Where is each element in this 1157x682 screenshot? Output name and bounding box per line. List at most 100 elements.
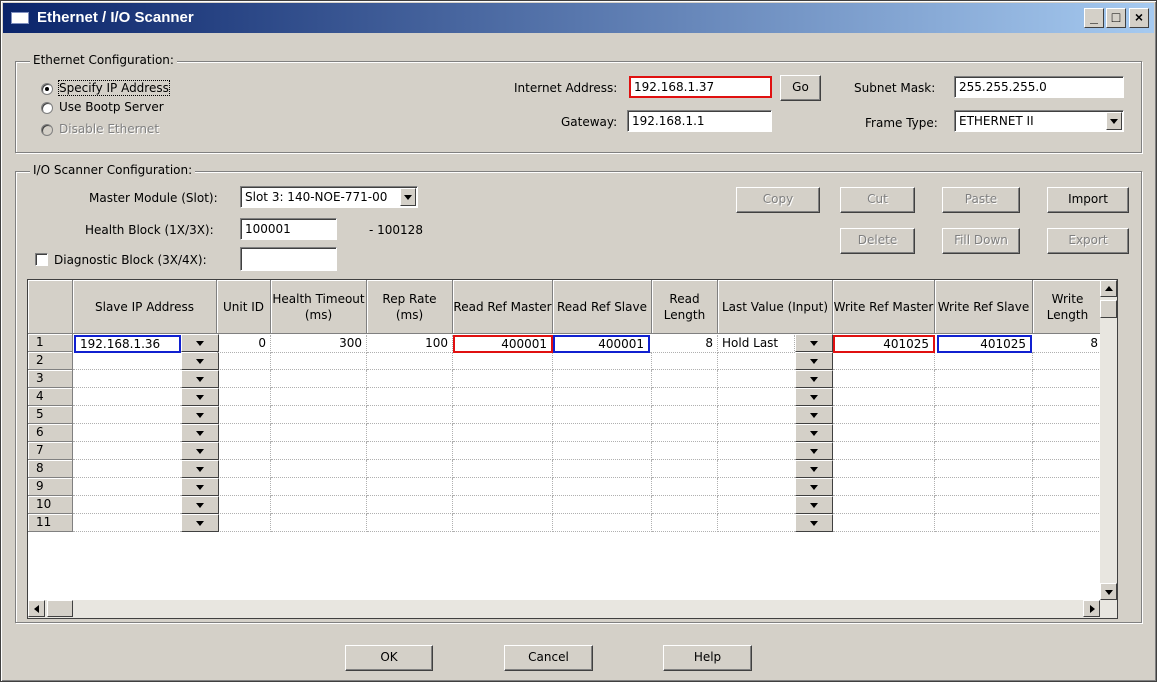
table-cell[interactable]	[935, 496, 1033, 514]
diagnostic-block-checkbox[interactable]	[35, 253, 48, 266]
cell-rep-rate[interactable]: 100	[367, 335, 453, 353]
paste-button[interactable]: Paste	[942, 187, 1020, 213]
table-cell[interactable]	[652, 406, 718, 424]
slave-ip-dropdown-button[interactable]	[181, 334, 219, 352]
col-header-read-length[interactable]: Read Length	[652, 280, 718, 334]
frame-type-dropdown-button[interactable]	[1106, 112, 1122, 130]
row-header[interactable]: 3	[28, 370, 73, 388]
table-cell[interactable]	[367, 514, 453, 532]
last-value-dropdown-button[interactable]	[795, 352, 833, 370]
delete-button[interactable]: Delete	[840, 228, 915, 254]
fill-down-button[interactable]: Fill Down	[942, 228, 1020, 254]
table-cell[interactable]	[453, 478, 553, 496]
slave-ip-dropdown-button[interactable]	[181, 460, 219, 478]
table-cell[interactable]	[553, 442, 652, 460]
table-cell[interactable]	[833, 406, 935, 424]
last-value-dropdown-button[interactable]	[795, 496, 833, 514]
col-header-rep-rate[interactable]: Rep Rate (ms)	[367, 280, 453, 334]
table-cell[interactable]	[652, 388, 718, 406]
vertical-scrollbar[interactable]	[1100, 280, 1117, 600]
table-cell[interactable]	[271, 442, 367, 460]
table-cell[interactable]	[553, 388, 652, 406]
table-cell[interactable]	[367, 478, 453, 496]
table-cell[interactable]	[217, 460, 271, 478]
cut-button[interactable]: Cut	[840, 187, 915, 213]
table-cell[interactable]	[652, 478, 718, 496]
table-cell[interactable]	[271, 496, 367, 514]
table-cell[interactable]	[453, 388, 553, 406]
slave-ip-dropdown-button[interactable]	[181, 388, 219, 406]
slave-ip-dropdown-button[interactable]	[181, 496, 219, 514]
last-value-dropdown-button[interactable]	[795, 478, 833, 496]
scroll-thumb[interactable]	[1100, 300, 1117, 318]
table-cell[interactable]	[367, 496, 453, 514]
table-cell[interactable]	[217, 406, 271, 424]
col-header-read-ref-slave[interactable]: Read Ref Slave	[553, 280, 652, 334]
table-cell[interactable]	[217, 514, 271, 532]
scroll-right-button[interactable]	[1083, 600, 1100, 617]
table-cell[interactable]	[652, 460, 718, 478]
diagnostic-block-field[interactable]	[240, 247, 337, 271]
table-cell[interactable]	[271, 406, 367, 424]
specify-ip-label[interactable]: Specify IP Address	[58, 80, 170, 96]
cell-write-ref-master[interactable]: 401025	[833, 335, 935, 353]
table-cell[interactable]	[1033, 370, 1103, 388]
table-cell[interactable]	[935, 424, 1033, 442]
table-cell[interactable]	[553, 406, 652, 424]
row-header[interactable]: 8	[28, 460, 73, 478]
table-cell[interactable]	[367, 352, 453, 370]
table-cell[interactable]	[271, 424, 367, 442]
table-cell[interactable]	[833, 352, 935, 370]
ok-button[interactable]: OK	[345, 645, 433, 671]
cell-health-timeout[interactable]: 300	[271, 335, 367, 353]
table-cell[interactable]	[453, 370, 553, 388]
close-button[interactable]: ×	[1129, 8, 1149, 28]
table-cell[interactable]	[217, 442, 271, 460]
table-cell[interactable]	[1033, 388, 1103, 406]
table-cell[interactable]	[1033, 442, 1103, 460]
health-block-field[interactable]: 100001	[240, 218, 337, 240]
hscroll-thumb[interactable]	[47, 600, 73, 617]
table-cell[interactable]	[367, 424, 453, 442]
table-cell[interactable]	[1033, 352, 1103, 370]
cell-read-ref-master[interactable]: 400001	[453, 335, 553, 353]
table-cell[interactable]	[453, 514, 553, 532]
last-value-dropdown-button[interactable]	[795, 334, 833, 352]
table-cell[interactable]	[553, 424, 652, 442]
col-header-write-length[interactable]: Write Length	[1033, 280, 1103, 334]
table-cell[interactable]	[367, 442, 453, 460]
last-value-dropdown-button[interactable]	[795, 370, 833, 388]
export-button[interactable]: Export	[1047, 228, 1129, 254]
col-header-health-timeout[interactable]: Health Timeout (ms)	[271, 280, 367, 334]
table-cell[interactable]	[652, 442, 718, 460]
gateway-field[interactable]: 192.168.1.1	[627, 110, 772, 132]
table-cell[interactable]	[453, 496, 553, 514]
cell-slave-ip[interactable]: 192.168.1.36	[74, 335, 181, 353]
table-cell[interactable]	[453, 406, 553, 424]
master-module-dropdown-button[interactable]	[400, 188, 416, 206]
table-cell[interactable]	[553, 370, 652, 388]
col-header-write-ref-slave[interactable]: Write Ref Slave	[935, 280, 1033, 334]
minimize-button[interactable]: _	[1084, 8, 1104, 28]
table-cell[interactable]	[271, 514, 367, 532]
row-header[interactable]: 6	[28, 424, 73, 442]
table-cell[interactable]	[935, 442, 1033, 460]
row-header[interactable]: 2	[28, 352, 73, 370]
slave-ip-dropdown-button[interactable]	[181, 406, 219, 424]
table-cell[interactable]	[553, 514, 652, 532]
frame-type-select[interactable]: ETHERNET II	[954, 110, 1124, 132]
io-scanner-table[interactable]: Slave IP Address Unit ID Health Timeout …	[27, 279, 1118, 619]
row-header[interactable]: 5	[28, 406, 73, 424]
table-cell[interactable]	[217, 496, 271, 514]
table-cell[interactable]	[935, 478, 1033, 496]
table-cell[interactable]	[553, 352, 652, 370]
last-value-dropdown-button[interactable]	[795, 424, 833, 442]
master-module-select[interactable]: Slot 3: 140-NOE-771-00	[240, 186, 418, 208]
table-cell[interactable]	[367, 388, 453, 406]
scroll-up-button[interactable]	[1100, 280, 1117, 297]
last-value-dropdown-button[interactable]	[795, 442, 833, 460]
cell-write-ref-slave[interactable]: 401025	[937, 335, 1032, 353]
slave-ip-dropdown-button[interactable]	[181, 370, 219, 388]
import-button[interactable]: Import	[1047, 187, 1129, 213]
col-header-read-ref-master[interactable]: Read Ref Master	[453, 280, 553, 334]
